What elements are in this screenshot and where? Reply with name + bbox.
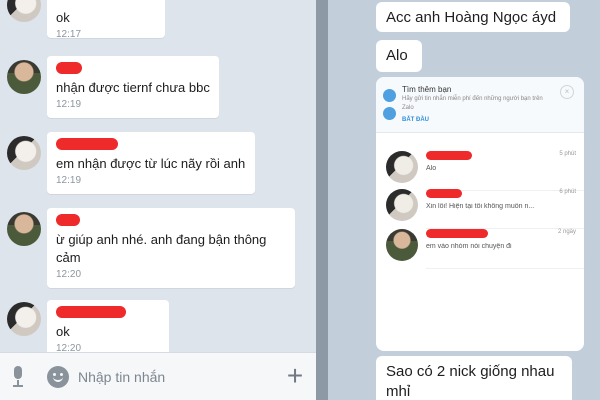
message-time: 12:17 bbox=[56, 29, 82, 40]
avatar[interactable] bbox=[7, 212, 41, 246]
contact-name-redacted bbox=[426, 189, 462, 198]
conversation-row: Alo 5 phút bbox=[376, 149, 584, 191]
emoji-icon[interactable] bbox=[47, 366, 69, 388]
contact-name-redacted bbox=[426, 151, 472, 160]
conversation-row: em vào nhóm nói chuyện đi 2 ngày bbox=[376, 227, 584, 269]
conversation-time: 2 ngày bbox=[557, 229, 576, 235]
sender-name-redacted bbox=[56, 214, 80, 226]
message-text: ừ giúp anh nhé. anh đang bận thông cảm bbox=[56, 232, 267, 265]
message-time: 12:19 bbox=[56, 175, 82, 186]
message-time: 12:19 bbox=[56, 99, 82, 110]
message-bubble: ừ giúp anh nhé. anh đang bận thông cảm 1… bbox=[47, 208, 295, 288]
conversation-preview: Alo bbox=[426, 165, 437, 172]
message-text: nhận được tiernf chưa bbc bbox=[56, 80, 210, 95]
conversation-row: Xin lỗi! Hiện tại tôi không muốn n... 6 … bbox=[376, 187, 584, 229]
avatar[interactable] bbox=[7, 136, 41, 170]
avatar[interactable] bbox=[7, 302, 41, 336]
add-icon[interactable]: + bbox=[282, 362, 308, 390]
message-input-bar: + bbox=[0, 352, 316, 400]
conversation-preview: Xin lỗi! Hiện tại tôi không muốn n... bbox=[426, 203, 535, 210]
message-bubble: em nhận được từ lúc nãy rồi anh 12:19 bbox=[47, 132, 255, 194]
message-bubble: Alo bbox=[376, 40, 422, 72]
suggest-description: Hãy gửi tin nhắn miễn phí đến những ngườ… bbox=[402, 96, 543, 111]
message-bubble: Sao có 2 nick giống nhau mhỉ bbox=[376, 356, 572, 400]
message-time: 12:20 bbox=[56, 269, 82, 280]
avatar[interactable] bbox=[7, 60, 41, 94]
contacts-icon bbox=[383, 89, 397, 120]
message-text: ok bbox=[56, 324, 70, 339]
avatar bbox=[386, 189, 418, 221]
suggest-title: Tìm thêm bạn bbox=[402, 85, 452, 94]
avatar bbox=[386, 151, 418, 183]
contact-name-redacted bbox=[426, 229, 488, 238]
message-input[interactable] bbox=[78, 367, 268, 387]
message-text: Alo bbox=[386, 47, 408, 64]
message-text: em nhận được từ lúc nãy rồi anh bbox=[56, 156, 246, 171]
start-link: BẮT ĐẦU bbox=[402, 117, 429, 123]
avatar[interactable] bbox=[7, 0, 41, 22]
right-chat-panel: Acc anh Hoàng Ngọc áyd Alo Tìm thêm bạn … bbox=[328, 0, 600, 400]
message-text: ok bbox=[56, 10, 70, 25]
find-friends-card: Tìm thêm bạn Hãy gửi tin nhắn miễn phí đ… bbox=[376, 77, 584, 133]
message-text: Acc anh Hoàng Ngọc áyd bbox=[386, 9, 557, 26]
conversation-time: 6 phút bbox=[559, 189, 576, 195]
message-bubble: Acc anh Hoàng Ngọc áyd bbox=[376, 2, 570, 32]
sender-name-redacted bbox=[56, 138, 118, 150]
message-bubble: ok 12:17 bbox=[47, 0, 165, 40]
avatar bbox=[386, 229, 418, 261]
microphone-icon[interactable] bbox=[10, 366, 26, 388]
sender-name-redacted bbox=[56, 62, 82, 74]
left-chat-panel: ok 12:17 nhận được tiernf chưa bbc 12:19… bbox=[0, 0, 316, 400]
message-bubble: ok 12:20 bbox=[47, 300, 169, 360]
panel-divider bbox=[316, 0, 328, 400]
screenshot-image[interactable]: Tìm thêm bạn Hãy gửi tin nhắn miễn phí đ… bbox=[376, 77, 584, 351]
conversation-preview: em vào nhóm nói chuyện đi bbox=[426, 243, 512, 250]
close-icon: × bbox=[560, 85, 574, 99]
message-bubble: nhận được tiernf chưa bbc 12:19 bbox=[47, 56, 219, 118]
message-text: Sao có 2 nick giống nhau mhỉ bbox=[386, 363, 555, 400]
conversation-time: 5 phút bbox=[559, 151, 576, 157]
sender-name-redacted bbox=[56, 306, 126, 318]
